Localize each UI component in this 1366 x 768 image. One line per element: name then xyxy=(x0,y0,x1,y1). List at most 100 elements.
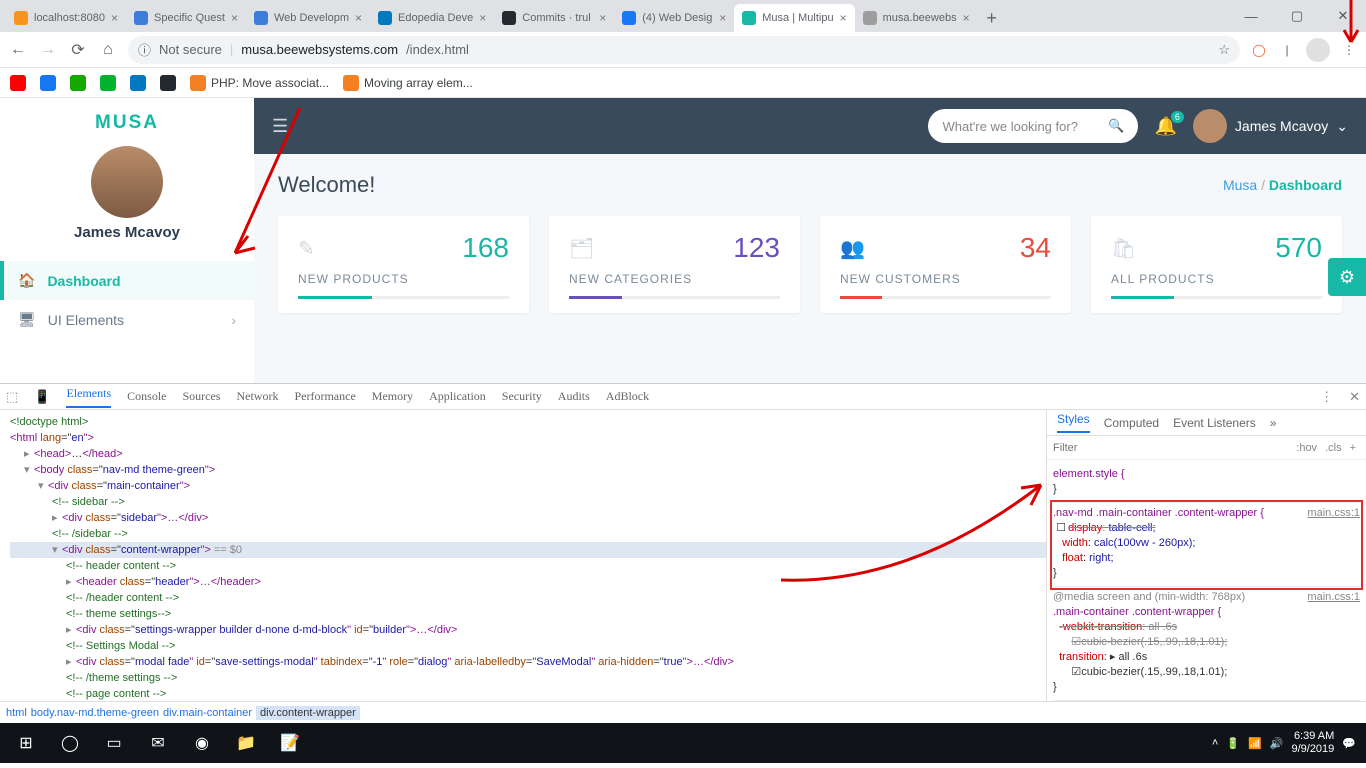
bookmark[interactable] xyxy=(40,75,56,91)
more-icon[interactable]: ⋮ xyxy=(1320,389,1333,405)
dom-selected-line[interactable]: ▾<div class="content-wrapper"> == $0 xyxy=(10,542,1046,558)
styles-rules[interactable]: element.style { } main.css:1 .nav-md .ma… xyxy=(1047,460,1366,701)
devtools-tab[interactable]: Network xyxy=(236,389,278,404)
bookmark[interactable] xyxy=(100,75,116,91)
bookmark[interactable] xyxy=(130,75,146,91)
favicon xyxy=(622,11,636,25)
close-button[interactable]: ✕ xyxy=(1320,0,1366,32)
cortana-button[interactable]: ◯ xyxy=(48,723,92,763)
devtools-tab[interactable]: Security xyxy=(502,389,542,404)
breadcrumb-item[interactable]: body.nav-md.theme-green xyxy=(31,707,159,719)
close-icon[interactable]: × xyxy=(719,11,726,25)
favicon xyxy=(254,11,268,25)
close-icon[interactable]: × xyxy=(840,11,847,25)
close-icon[interactable]: × xyxy=(599,11,606,25)
minimize-button[interactable]: — xyxy=(1228,0,1274,32)
taskbar-app[interactable]: 📝 xyxy=(268,723,312,763)
sidebar-item-label: Dashboard xyxy=(47,273,120,289)
close-icon[interactable]: × xyxy=(963,11,970,25)
sidebar-item-ui-elements[interactable]: 🖥UI Elements› xyxy=(0,300,254,339)
favicon xyxy=(863,11,877,25)
devtools-tab[interactable]: Performance xyxy=(294,389,355,404)
browser-tab[interactable]: musa.beewebs× xyxy=(855,4,978,32)
search-input[interactable]: What're we looking for?🔍 xyxy=(928,109,1138,143)
rule-source-link[interactable]: main.css:1 xyxy=(1307,590,1360,605)
browser-tab[interactable]: Web Developm× xyxy=(246,4,370,32)
taskbar-app-chrome[interactable]: ◉ xyxy=(180,723,224,763)
devtools-tab[interactable]: Sources xyxy=(182,389,220,404)
taskbar-app[interactable]: ✉ xyxy=(136,723,180,763)
browser-tab[interactable]: Edopedia Deve× xyxy=(370,4,494,32)
close-icon[interactable]: × xyxy=(111,11,118,25)
taskbar-app-explorer[interactable]: 📁 xyxy=(224,723,268,763)
devtools-tab[interactable]: Audits xyxy=(558,389,590,404)
dom-line: <!doctype html> xyxy=(10,416,88,428)
device-icon[interactable]: 📱 xyxy=(34,389,50,405)
browser-tab-active[interactable]: Musa | Multipu× xyxy=(734,4,854,32)
bookmark[interactable]: PHP: Move associat... xyxy=(190,75,329,91)
add-rule-button[interactable]: + xyxy=(1346,442,1360,454)
breadcrumb-item[interactable]: div.main-container xyxy=(163,707,252,719)
wifi-icon[interactable]: 📶 xyxy=(1248,737,1262,750)
browser-tab[interactable]: Specific Quest× xyxy=(126,4,246,32)
styles-tab[interactable]: Event Listeners xyxy=(1173,416,1256,430)
volume-icon[interactable]: 🔊 xyxy=(1270,737,1284,750)
forward-button[interactable]: → xyxy=(38,41,58,59)
sidebar-item-dashboard[interactable]: 🏠Dashboard xyxy=(0,261,254,300)
menu-icon[interactable]: ⋮ xyxy=(1340,41,1358,59)
battery-icon[interactable]: 🔋 xyxy=(1226,737,1240,750)
browser-tab[interactable]: Commits · trul× xyxy=(494,4,614,32)
browser-tab[interactable]: (4) Web Desig × xyxy=(614,4,734,32)
inspect-icon[interactable]: ⬚ xyxy=(6,389,18,405)
devtools-tab[interactable]: Application xyxy=(429,389,486,404)
rule-selector: element.style { xyxy=(1053,468,1125,480)
bookmark[interactable] xyxy=(10,75,26,91)
devtools-tab-elements[interactable]: Elements xyxy=(66,386,111,408)
maximize-button[interactable]: ▢ xyxy=(1274,0,1320,32)
breadcrumb-root[interactable]: Musa xyxy=(1223,177,1257,193)
cls-toggle[interactable]: .cls xyxy=(1321,442,1346,454)
tray-chevron-icon[interactable]: ˄ xyxy=(1212,737,1218,749)
close-icon[interactable]: × xyxy=(479,11,486,25)
profile-avatar[interactable] xyxy=(1306,38,1330,62)
star-icon[interactable]: ☆ xyxy=(1218,42,1230,58)
dom-tree[interactable]: <!doctype html> <html lang="en"> ▸<head>… xyxy=(0,410,1046,701)
hov-toggle[interactable]: :hov xyxy=(1292,442,1321,454)
tab-title: (4) Web Desig xyxy=(642,12,713,24)
close-icon[interactable]: × xyxy=(231,11,238,25)
start-button[interactable]: ⊞ xyxy=(4,723,48,763)
notifications-icon[interactable]: 💬 xyxy=(1342,737,1356,750)
favicon xyxy=(14,11,28,25)
close-icon[interactable]: × xyxy=(355,11,362,25)
bookmark[interactable] xyxy=(70,75,86,91)
browser-tab[interactable]: localhost:8080× xyxy=(6,4,126,32)
task-view-button[interactable]: ▭ xyxy=(92,723,136,763)
notifications-button[interactable]: 🔔6 xyxy=(1154,116,1176,137)
rule-source-link[interactable]: main.css:1 xyxy=(1307,506,1360,521)
favicon xyxy=(742,11,756,25)
close-icon[interactable]: ✕ xyxy=(1349,389,1360,405)
bookmark[interactable] xyxy=(160,75,176,91)
devtools-tab[interactable]: Console xyxy=(127,389,166,404)
address-bar[interactable]: ⓘ Not secure | musa.beewebsystems.com/in… xyxy=(128,36,1240,64)
breadcrumb-current[interactable]: div.content-wrapper xyxy=(256,706,360,720)
user-menu[interactable]: James Mcavoy⌄ xyxy=(1193,109,1348,143)
extension-icon[interactable]: ◯ xyxy=(1250,41,1268,59)
breadcrumb-item[interactable]: html xyxy=(6,707,27,719)
hamburger-icon[interactable]: ☰ xyxy=(272,116,288,137)
reload-button[interactable]: ⟳ xyxy=(68,40,88,60)
devtools-tabbar: ⬚ 📱 Elements Console Sources Network Per… xyxy=(0,384,1366,410)
filter-input[interactable] xyxy=(1053,442,1292,454)
styles-tab-styles[interactable]: Styles xyxy=(1057,412,1090,433)
back-button[interactable]: ← xyxy=(8,41,28,59)
page-header: ☰ What're we looking for?🔍 🔔6 James Mcav… xyxy=(254,98,1366,154)
devtools-tab[interactable]: Memory xyxy=(372,389,413,404)
devtools-tab[interactable]: AdBlock xyxy=(606,389,649,404)
clock[interactable]: 6:39 AM 9/9/2019 xyxy=(1291,730,1334,756)
new-tab-button[interactable]: + xyxy=(978,4,1006,32)
settings-fab[interactable]: ⚙ xyxy=(1328,258,1366,296)
home-button[interactable]: ⌂ xyxy=(98,41,118,59)
styles-tab[interactable]: Computed xyxy=(1104,416,1159,430)
bookmark[interactable]: Moving array elem... xyxy=(343,75,473,91)
more-icon[interactable]: » xyxy=(1270,416,1277,430)
